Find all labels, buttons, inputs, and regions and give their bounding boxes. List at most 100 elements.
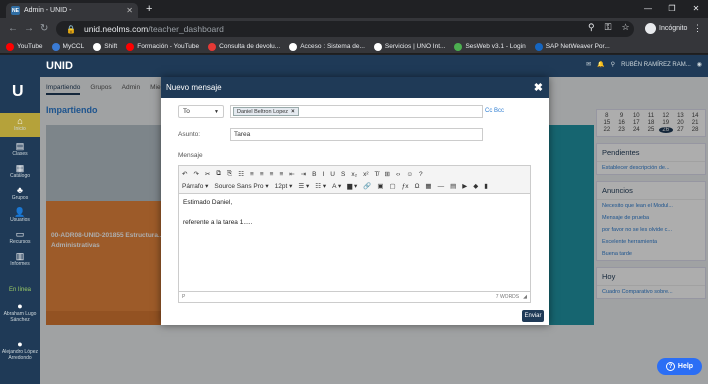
toolbar-button[interactable]: ≡	[270, 171, 274, 178]
toolbar-button[interactable]: 🔗	[363, 182, 371, 190]
editor-toolbar: ↶ ↷ ✂ ⧉ ⎘ ☷ ≡ ≡ ≡ ≡ ⇤ ⇥ B I U Sx₂ x² T̸ ⊞ ‹› ☺? Párrafo ▾ Sou…	[179, 166, 530, 194]
message-body[interactable]: Estimado Daniel, referente a la tarea 1..…	[179, 194, 530, 232]
user-name[interactable]: RUBÉN RAMÍREZ RAM...	[621, 62, 691, 68]
incognito-badge[interactable]: Incógnito	[645, 23, 687, 34]
search-icon[interactable]: ⚲	[611, 61, 615, 68]
sidebar-item-grupos[interactable]: ♣ Grupos	[0, 185, 40, 201]
online-user[interactable]: ● Abraham Lugo Sánchez	[0, 301, 40, 323]
reload-icon[interactable]: ↻	[40, 23, 48, 35]
recipient-chip[interactable]: Daniel Beltron Lopez ×	[233, 107, 299, 116]
toolbar-button[interactable]: ▣	[377, 182, 383, 190]
online-user[interactable]: ● Alejandro López Arredondo	[0, 339, 40, 361]
bookmark-item[interactable]: MyCCL	[51, 42, 84, 51]
bookmark-item[interactable]: Shift	[93, 42, 117, 51]
recipients-field[interactable]: Daniel Beltron Lopez ×	[230, 105, 483, 118]
sidebar-item-inicio[interactable]: ⌂ Inicio	[0, 113, 40, 137]
toolbar-button[interactable]: ≡	[279, 171, 283, 178]
toolbar-button[interactable]: ◆	[473, 182, 478, 190]
toolbar-button[interactable]: T̸	[375, 171, 379, 178]
toolbar-button[interactable]: ☺	[406, 171, 413, 178]
toolbar-button[interactable]: ☷	[238, 170, 244, 178]
bookmark-item[interactable]: Consulta de devolu...	[208, 42, 280, 51]
toolbar-button[interactable]: ‹›	[396, 171, 400, 178]
toolbar-button[interactable]: B	[312, 171, 316, 178]
editor-statusbar: P 7 WORDS ◢	[179, 291, 530, 302]
close-window-icon[interactable]: ✕	[684, 0, 708, 16]
toolbar-button[interactable]: ▦	[425, 182, 431, 190]
toolbar-button[interactable]: ?	[419, 171, 423, 178]
bookmark-item[interactable]: Servicios | UNO Int...	[373, 42, 445, 51]
toolbar-button[interactable]: S	[341, 171, 345, 178]
toolbar-button[interactable]: x²	[363, 171, 368, 178]
toolbar-button[interactable]: ≡	[250, 171, 254, 178]
forward-icon[interactable]: →	[24, 23, 34, 35]
close-tab-icon[interactable]: ✕	[126, 6, 133, 15]
bookmark-favicon-icon	[534, 42, 543, 51]
minimize-icon[interactable]: —	[636, 0, 660, 16]
send-button[interactable]: Enviar	[522, 310, 544, 322]
toolbar-button[interactable]: U	[330, 171, 335, 178]
bookmark-item[interactable]: Acceso : Sistema de...	[289, 42, 365, 51]
bell-icon[interactable]: 🔔	[597, 61, 604, 68]
toolbar-button[interactable]: ▤	[450, 182, 456, 190]
bookmark-item[interactable]: SAP NetWeaver Por...	[534, 42, 610, 51]
toolbar-button[interactable]: ↷	[193, 170, 198, 178]
toolbar-button[interactable]: ▶	[462, 182, 467, 190]
toolbar-button[interactable]: A ▾	[332, 182, 341, 190]
toolbar-button[interactable]: ⇥	[301, 170, 306, 178]
toolbar-button[interactable]: x₂	[351, 171, 357, 178]
toolbar-button[interactable]: ≡	[260, 171, 264, 178]
sidebar-item-clases[interactable]: ▤ Clases	[0, 141, 40, 157]
toolbar-button[interactable]: ▮	[484, 182, 488, 190]
toolbar-button[interactable]: ⊞	[385, 170, 390, 178]
help-button[interactable]: ? Help	[657, 358, 702, 375]
toolbar-button[interactable]: ⎘	[227, 170, 232, 178]
sidebar-item-catalogo[interactable]: ▦ Catálogo	[0, 163, 40, 179]
subject-field[interactable]: Tarea	[230, 128, 483, 141]
toolbar-button[interactable]: ▢	[390, 182, 396, 190]
groups-icon: ♣	[17, 185, 23, 195]
toolbar-button[interactable]: —	[438, 183, 445, 190]
recipient-type-select[interactable]: To ▼	[178, 105, 224, 118]
new-tab-button[interactable]: +	[146, 3, 152, 15]
mail-icon[interactable]: ✉	[586, 61, 591, 68]
back-icon[interactable]: ←	[8, 23, 18, 35]
restore-icon[interactable]: ❐	[660, 0, 684, 16]
remove-recipient-icon[interactable]: ×	[291, 109, 295, 115]
toolbar-button[interactable]: I	[322, 171, 324, 178]
toolbar-button[interactable]: ☷ ▾	[315, 182, 326, 190]
url-field[interactable]: 🔒 unid.neolms.com/teacher_dashboard	[56, 21, 634, 37]
toolbar-button[interactable]: ✂	[205, 170, 210, 178]
app-logo[interactable]: UNID	[46, 60, 73, 72]
bookmark-item[interactable]: YouTube	[6, 42, 43, 51]
bookmark-label: SAP NetWeaver Por...	[545, 43, 610, 50]
close-icon[interactable]: ✖	[534, 81, 543, 94]
toolbar-button[interactable]: ⧉	[216, 170, 221, 178]
toolbar-button[interactable]: ⇤	[289, 170, 294, 178]
lock-icon: 🔒	[66, 24, 76, 34]
toolbar-button[interactable]: Ω	[415, 183, 420, 190]
browser-tab[interactable]: NE Admin - UNID - ✕	[6, 3, 138, 18]
menu-icon[interactable]: ⋮	[693, 23, 702, 34]
avatar[interactable]: ◉	[697, 61, 702, 68]
toolbar-button[interactable]: Source Sans Pro ▾	[214, 182, 268, 190]
bookmark-item[interactable]: Formación - YouTube	[126, 42, 199, 51]
sidebar-item-usuarios[interactable]: 👤 Usuarios	[0, 207, 40, 223]
book-icon: ▤	[15, 141, 25, 151]
recipient-name: Daniel Beltron Lopez	[237, 108, 289, 115]
star-icon[interactable]: ☆	[621, 22, 629, 33]
key-icon[interactable]: ⚿	[605, 22, 612, 33]
bookmark-item[interactable]: SesWeb v3.1 - Login	[454, 42, 526, 51]
toolbar-button[interactable]: ↶	[182, 170, 187, 178]
resize-handle-icon[interactable]: ◢	[523, 294, 527, 300]
sidebar-item-label: Informes	[10, 261, 30, 267]
zoom-icon[interactable]: ⚲	[588, 22, 595, 33]
toolbar-button[interactable]: Párrafo ▾	[182, 182, 208, 190]
toolbar-button[interactable]: 12pt ▾	[275, 182, 293, 190]
toolbar-button[interactable]: ▆ ▾	[347, 182, 357, 190]
toolbar-button[interactable]: ☰ ▾	[298, 182, 309, 190]
sidebar-item-recursos[interactable]: ▭ Recursos	[0, 229, 40, 245]
cc-bcc-link[interactable]: Cc Bcc	[485, 108, 504, 114]
toolbar-button[interactable]: ƒx	[402, 183, 409, 190]
sidebar-item-informes[interactable]: ▥ Informes	[0, 251, 40, 267]
